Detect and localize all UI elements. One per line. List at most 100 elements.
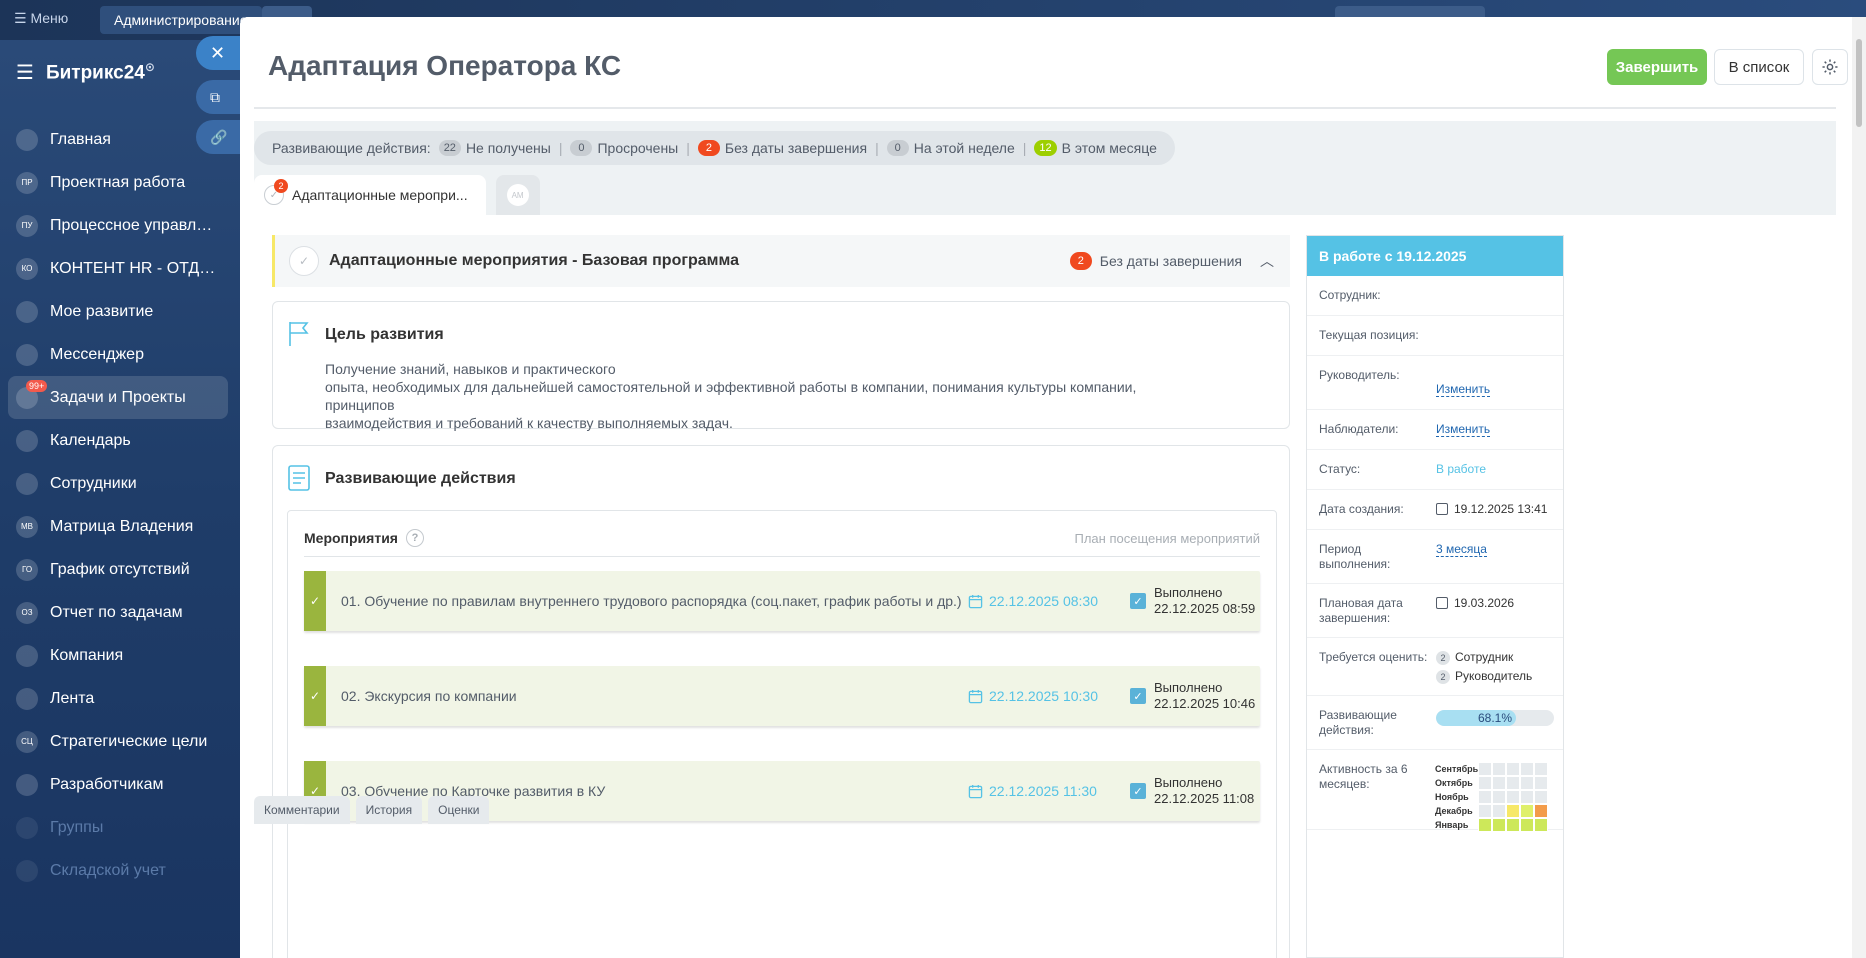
stat-label: Без даты завершения — [724, 140, 868, 156]
header-divider — [254, 107, 1836, 109]
sidebar-item[interactable]: Разработчикам — [8, 763, 228, 806]
stat-filter[interactable]: 22 Не получены — [438, 140, 551, 156]
sidebar-item[interactable]: Лента — [8, 677, 228, 720]
activity-month-row: Декабрь — [1435, 804, 1563, 818]
rate-count: 2 — [1436, 651, 1450, 665]
admin-button[interactable]: Администрирование — [100, 6, 262, 34]
tab-adaptation[interactable]: ✓ 2 Адаптационные меропри... — [254, 175, 486, 215]
event-row[interactable]: ✓ 01. Обучение по правилам внутреннего тр… — [304, 571, 1260, 631]
stat-filter[interactable]: 2 Без даты завершения — [697, 140, 868, 156]
goal-title: Цель развития — [325, 326, 444, 343]
checkbox-checked-icon[interactable]: ✓ — [1130, 688, 1146, 704]
checklist-icon — [288, 465, 310, 491]
activity-month-name: Декабрь — [1435, 806, 1473, 816]
event-date-text: 22.12.2025 10:30 — [989, 688, 1098, 704]
period-value[interactable]: 3 месяца — [1436, 542, 1487, 557]
sidebar-item[interactable]: ПР Проектная работа — [8, 161, 228, 204]
activity-month-row: Январь — [1435, 818, 1563, 832]
event-date-text: 22.12.2025 11:30 — [989, 783, 1097, 799]
bottom-tab[interactable]: Оценки — [428, 796, 490, 824]
abbr-icon: КО — [16, 257, 38, 280]
tab-second[interactable]: АМ — [495, 175, 540, 215]
stat-count: 2 — [697, 140, 720, 156]
sidebar-item[interactable]: Главная — [8, 118, 228, 161]
sidebar-item[interactable]: 99+ Задачи и Проекты — [8, 376, 228, 419]
bottom-tab[interactable]: Комментарии — [254, 796, 350, 824]
abbr-icon: ГО — [16, 558, 38, 581]
rate-item: 2 Сотрудник — [1436, 650, 1532, 665]
sidebar-item[interactable]: Складской учет — [8, 849, 228, 892]
manager-change-link[interactable]: Изменить — [1436, 382, 1491, 397]
open-new-window-button[interactable]: ⧉ — [196, 80, 240, 114]
menu-button[interactable]: ☰ Меню — [14, 10, 68, 27]
scrollbar[interactable] — [1852, 17, 1866, 958]
to-list-button[interactable]: В список — [1714, 49, 1804, 85]
bottom-tab[interactable]: История — [355, 796, 423, 824]
checkbox-checked-icon[interactable]: ✓ — [1130, 593, 1146, 609]
stat-filter[interactable]: 0 На этой неделе — [886, 140, 1015, 156]
content-area: ✓ Адаптационные мероприятия - Базовая пр… — [254, 215, 1836, 958]
sidebar-item[interactable]: ОЗ Отчет по задачам — [8, 591, 228, 634]
abbr-icon: СЦ — [16, 730, 38, 753]
plan-end-label: Плановая дата завершения: — [1319, 596, 1403, 625]
sidebar-item-label: График отсутствий — [50, 560, 190, 578]
activity-cell — [1506, 776, 1520, 790]
status-row: Статус: В работе — [1307, 450, 1563, 490]
sidebar-item[interactable]: Компания — [8, 634, 228, 677]
sidebar-item[interactable]: МВ Матрица Владения — [8, 505, 228, 548]
close-slider-button[interactable]: ✕ — [196, 36, 240, 70]
observers-change-link[interactable]: Изменить — [1436, 422, 1491, 437]
status-text: Без даты завершения — [1099, 253, 1242, 269]
sidebar-item[interactable]: Группы — [8, 806, 228, 849]
event-date[interactable]: 22.12.2025 11:30 — [968, 783, 1097, 799]
activity-cell — [1520, 762, 1534, 776]
activity-cell — [1520, 804, 1534, 818]
activity-cell — [1492, 804, 1506, 818]
activity-label: Активность за 6 месяцев: — [1319, 762, 1408, 791]
section-header[interactable]: ✓ Адаптационные мероприятия - Базовая пр… — [272, 235, 1290, 287]
goal-line: Получение знаний, навыков и практическог… — [325, 361, 616, 377]
checkbox-checked-icon[interactable]: ✓ — [1130, 783, 1146, 799]
position-row: Текущая позиция: — [1307, 316, 1563, 356]
external-link-icon: ⧉ — [210, 88, 220, 105]
stat-filter[interactable]: 12 В этом месяце — [1034, 140, 1157, 156]
plan-link[interactable]: План посещения мероприятий — [1075, 531, 1261, 546]
finish-button[interactable]: Завершить — [1607, 49, 1707, 85]
abbr-icon: ОЗ — [16, 601, 38, 624]
copy-link-button[interactable]: 🔗 — [196, 120, 240, 154]
event-date[interactable]: 22.12.2025 10:30 — [968, 688, 1098, 704]
chevron-up-icon[interactable]: ︿ — [1260, 251, 1274, 271]
event-name[interactable]: 01. Обучение по правилам внутреннего тру… — [341, 593, 962, 609]
activity-cell — [1478, 776, 1492, 790]
help-icon[interactable]: ? — [405, 529, 424, 547]
scrollbar-thumb[interactable] — [1856, 39, 1862, 127]
check-icon: ✓ — [304, 666, 326, 726]
status-value[interactable]: В работе — [1436, 462, 1486, 476]
logo-text[interactable]: Битрикс24⊙ — [46, 60, 155, 84]
status-badge: 2 — [1069, 252, 1092, 270]
settings-button[interactable] — [1812, 49, 1848, 85]
sidebar-item-label: Мое развитие — [50, 302, 154, 320]
sidebar-item-label: Разработчикам — [50, 775, 164, 793]
stats-bar: Развивающие действия: 22 Не получены | 0 Про… — [254, 131, 1175, 165]
sidebar-item[interactable]: Мессенджер — [8, 333, 228, 376]
activity-cell — [1492, 790, 1506, 804]
sidebar-item[interactable]: Сотрудники — [8, 462, 228, 505]
created-value: 19.12.2025 13:41 — [1454, 502, 1548, 516]
burger-icon[interactable]: ☰ — [16, 60, 34, 85]
sidebar-item[interactable]: Календарь — [8, 419, 228, 462]
activity-cell — [1520, 818, 1534, 832]
rate-row: Требуется оценить: 2 Сотрудник 2 Руководит… — [1307, 638, 1563, 696]
event-name[interactable]: 02. Экскурсия по компании — [341, 688, 517, 704]
tab-label: Адаптационные меропри... — [292, 187, 468, 203]
sidebar-item-label: КОНТЕНТ HR - ОТДЕЛА — [50, 259, 220, 277]
sidebar-item[interactable]: Мое развитие — [8, 290, 228, 333]
avatar: АМ — [506, 184, 529, 206]
sidebar-item[interactable]: ГО График отсутствий — [8, 548, 228, 591]
sidebar-item[interactable]: КО КОНТЕНТ HR - ОТДЕЛА — [8, 247, 228, 290]
sidebar-item[interactable]: СЦ Стратегические цели — [8, 720, 228, 763]
event-date[interactable]: 22.12.2025 08:30 — [968, 593, 1098, 609]
event-row[interactable]: ✓ 02. Экскурсия по компании 22.12.2025 10:… — [304, 666, 1260, 726]
stat-filter[interactable]: 0 Просрочены — [570, 140, 678, 156]
sidebar-item[interactable]: ПУ Процессное управлен... — [8, 204, 228, 247]
